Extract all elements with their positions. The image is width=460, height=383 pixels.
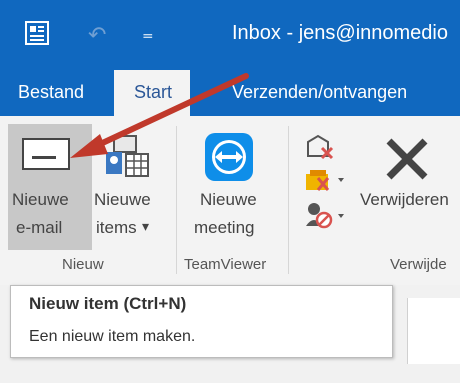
group-label-delete: Verwijde [390, 256, 447, 273]
envelope-icon [22, 138, 70, 170]
new-meeting-label-2[interactable]: meeting [194, 218, 254, 238]
new-meeting-label-1[interactable]: Nieuwe [200, 190, 257, 210]
tooltip-description: Een nieuw item maken. [29, 328, 196, 345]
tooltip: Nieuw item (Ctrl+N) Een nieuw item maken… [10, 285, 393, 358]
app-icon[interactable] [24, 20, 50, 46]
teamviewer-icon[interactable] [204, 132, 254, 182]
tab-start-label: Start [134, 82, 173, 102]
group-label-new: Nieuw [62, 256, 104, 273]
cleanup-icon[interactable] [304, 166, 348, 194]
tooltip-title: Nieuw item (Ctrl+N) [29, 294, 187, 313]
undo-icon[interactable]: ↶ [88, 22, 106, 48]
new-items-label-2[interactable]: items [96, 218, 137, 238]
tab-send-receive[interactable]: Verzenden/ontvangen [232, 82, 407, 103]
junk-icon[interactable] [304, 200, 348, 230]
tab-start[interactable]: Start [114, 70, 190, 116]
group-separator [288, 126, 289, 274]
new-email-label-1: Nieuwe [12, 190, 69, 209]
tab-file[interactable]: Bestand [18, 82, 84, 103]
message-list-edge [407, 298, 460, 364]
new-items-icon[interactable] [104, 134, 150, 180]
delete-label[interactable]: Verwijderen [360, 190, 449, 210]
qat-dropdown-icon[interactable]: ₌ [142, 20, 154, 46]
chevron-down-icon[interactable]: ▾ [142, 218, 149, 235]
group-label-teamviewer: TeamViewer [184, 256, 267, 273]
group-separator [176, 126, 177, 274]
new-items-label-1[interactable]: Nieuwe [94, 190, 151, 210]
window-title: Inbox - jens@innomedio [232, 22, 448, 44]
new-email-label-2: e-mail [16, 218, 63, 237]
ignore-icon[interactable] [304, 134, 340, 162]
delete-x-icon[interactable] [384, 136, 430, 182]
